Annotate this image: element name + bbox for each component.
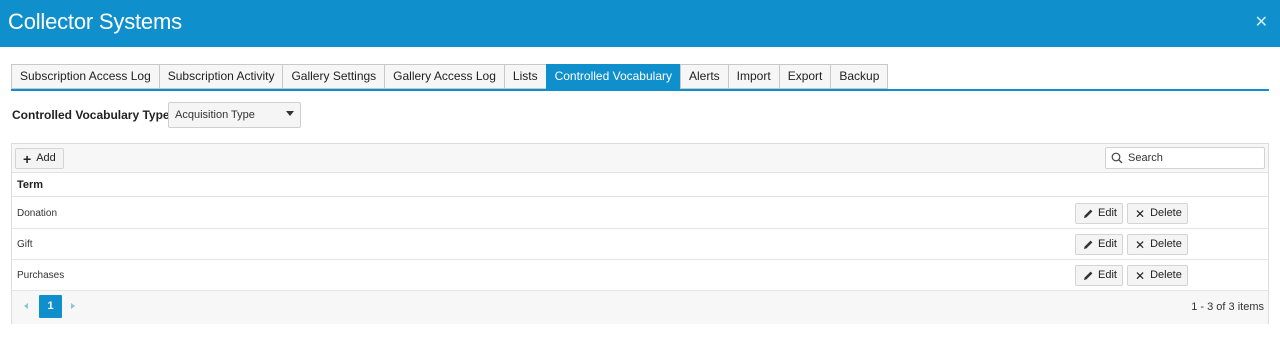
- tab-import[interactable]: Import: [727, 64, 779, 89]
- search-input[interactable]: [1128, 150, 1258, 166]
- add-button[interactable]: + Add: [15, 148, 64, 169]
- close-icon[interactable]: ✕: [1255, 14, 1268, 32]
- tab-backup[interactable]: Backup: [830, 64, 889, 89]
- delete-button[interactable]: ✕ Delete: [1127, 265, 1188, 286]
- plus-icon: +: [23, 150, 32, 167]
- caret-down-icon: [286, 111, 294, 116]
- tab-export[interactable]: Export: [778, 64, 831, 89]
- edit-button[interactable]: Edit: [1075, 203, 1123, 224]
- prev-page-icon[interactable]: [24, 303, 28, 309]
- grid-toolbar: + Add: [12, 144, 1268, 173]
- tab-gallery-settings[interactable]: Gallery Settings: [282, 64, 385, 89]
- table-row: Gift Edit ✕ Delete: [12, 229, 1268, 260]
- add-button-label: Add: [36, 152, 56, 164]
- x-icon: ✕: [1135, 268, 1146, 283]
- x-icon: ✕: [1135, 206, 1146, 221]
- x-icon: ✕: [1135, 237, 1146, 252]
- delete-button[interactable]: ✕ Delete: [1127, 203, 1188, 224]
- edit-label: Edit: [1098, 238, 1117, 250]
- edit-button[interactable]: Edit: [1075, 234, 1123, 255]
- column-header-term: Term: [17, 179, 44, 191]
- term-cell: Purchases: [17, 270, 65, 281]
- tab-gallery-access-log[interactable]: Gallery Access Log: [384, 64, 504, 89]
- tab-bar: Subscription Access Log Subscription Act…: [11, 64, 889, 90]
- table-row: Donation Edit ✕ Delete: [12, 198, 1268, 229]
- vocabulary-type-label: Controlled Vocabulary Type:: [12, 108, 174, 122]
- title-bar: Collector Systems ✕: [0, 0, 1280, 47]
- delete-label: Delete: [1150, 238, 1182, 250]
- table-header: Term: [12, 173, 1268, 197]
- vocabulary-type-select[interactable]: Acquisition Type: [168, 102, 301, 128]
- page-number-button[interactable]: 1: [39, 295, 62, 318]
- pager-info: 1 - 3 of 3 items: [1191, 301, 1264, 313]
- tab-alerts[interactable]: Alerts: [679, 64, 728, 89]
- term-cell: Donation: [17, 208, 58, 219]
- next-page-icon[interactable]: [71, 303, 75, 309]
- tab-underline: [11, 89, 1269, 91]
- vocabulary-type-value: Acquisition Type: [175, 109, 255, 121]
- tab-subscription-activity[interactable]: Subscription Activity: [158, 64, 283, 89]
- search-icon: [1111, 152, 1123, 164]
- pager: 1 1 - 3 of 3 items: [12, 291, 1268, 324]
- edit-label: Edit: [1098, 207, 1117, 219]
- term-cell: Gift: [17, 239, 33, 250]
- app-title: Collector Systems: [8, 9, 182, 34]
- table-row: Purchases Edit ✕ Delete: [12, 260, 1268, 291]
- search-box[interactable]: [1105, 147, 1265, 169]
- delete-label: Delete: [1150, 269, 1182, 281]
- vocabulary-grid: + Add Term Donation Edit ✕ Delete Gift: [11, 143, 1269, 324]
- delete-button[interactable]: ✕ Delete: [1127, 234, 1188, 255]
- edit-label: Edit: [1098, 269, 1117, 281]
- pencil-icon: [1084, 271, 1093, 280]
- delete-label: Delete: [1150, 207, 1182, 219]
- pencil-icon: [1084, 240, 1093, 249]
- tab-subscription-access-log[interactable]: Subscription Access Log: [11, 64, 159, 89]
- pencil-icon: [1084, 209, 1093, 218]
- tab-lists[interactable]: Lists: [503, 64, 546, 89]
- edit-button[interactable]: Edit: [1075, 265, 1123, 286]
- tab-controlled-vocabulary[interactable]: Controlled Vocabulary: [545, 64, 680, 89]
